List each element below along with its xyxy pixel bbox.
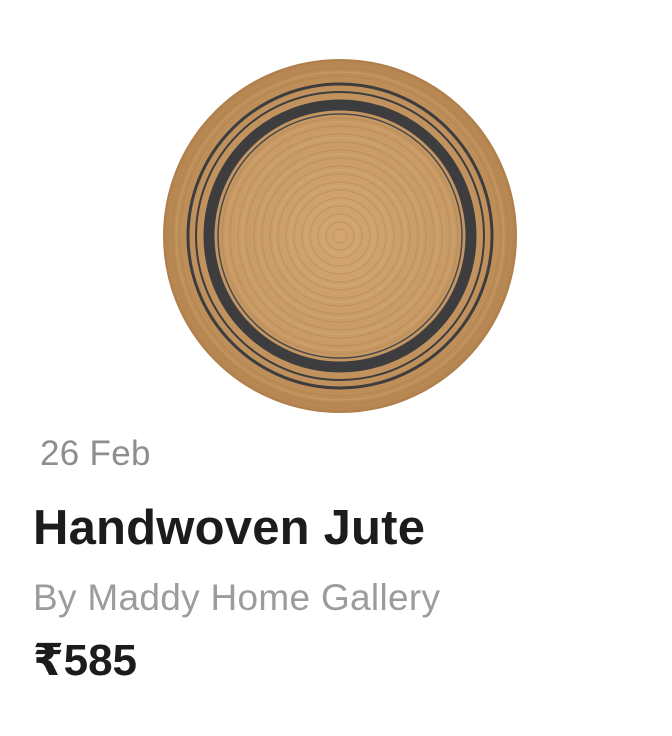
post-date: 26 Feb [40, 434, 151, 473]
product-title[interactable]: Handwoven Jute [33, 500, 425, 556]
product-card[interactable]: 26 Feb Handwoven Jute By Maddy Home Gall… [0, 0, 672, 736]
product-image[interactable] [158, 54, 522, 418]
product-price: ₹585 [33, 636, 138, 685]
round-jute-rug-image [163, 59, 517, 413]
seller-name[interactable]: By Maddy Home Gallery [33, 577, 440, 619]
